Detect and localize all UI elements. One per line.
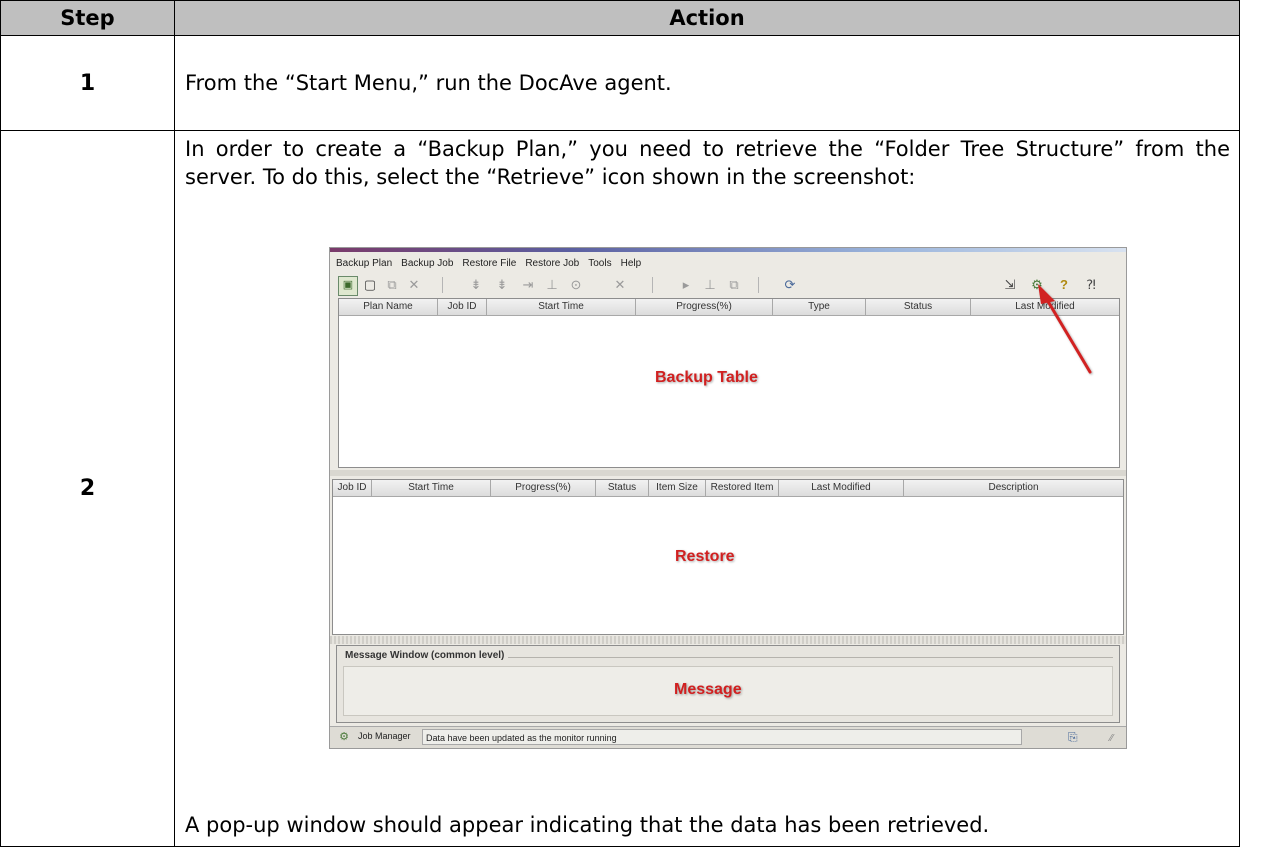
action-cell: In order to create a “Backup Plan,” you …: [174, 130, 1240, 847]
run-incremental-icon[interactable]: ⇟: [494, 276, 510, 294]
message-annotation: Message: [674, 681, 742, 698]
retrieve-icon[interactable]: ⚙: [1028, 276, 1046, 294]
restore-table: Job ID Start Time Progress(%) Status Ite…: [332, 479, 1124, 635]
stop-icon[interactable]: ⊥: [544, 276, 560, 294]
table-row: 1 From the “Start Menu,” run the DocAve …: [0, 35, 1240, 131]
export-icon[interactable]: ⇲: [1002, 276, 1018, 294]
col-last-modified[interactable]: Last Modified: [779, 480, 904, 496]
col-job-id[interactable]: Job ID: [438, 299, 487, 315]
action-column-header: Action: [174, 0, 1240, 36]
step-column-header: Step: [0, 0, 175, 36]
col-item-size[interactable]: Item Size: [649, 480, 706, 496]
menu-bar: Backup Plan Backup Job Restore File Rest…: [330, 254, 650, 272]
action-content: In order to create a “Backup Plan,” you …: [175, 131, 1239, 846]
job-manager-label: Job Manager: [358, 731, 411, 741]
message-window: Message Window (common level) Message: [336, 645, 1120, 723]
refresh-icon[interactable]: ⟳: [782, 276, 798, 294]
job-manager-icon[interactable]: ⚙: [337, 730, 351, 744]
view-icon[interactable]: ⧉: [726, 276, 742, 294]
step-number: 1: [0, 35, 175, 131]
backup-table-header: Plan Name Job ID Start Time Progress(%) …: [339, 299, 1119, 316]
message-area: Message: [343, 666, 1113, 716]
col-plan-name[interactable]: Plan Name: [339, 299, 438, 315]
toolbar: ▣ ▢ ⧉ ✕ ⇟ ⇟ ⇥ ⊥ ⊙ ✕ ▸ ⊥ ⧉ ⟳ ⇲ ⚙ ? ⁈: [330, 273, 1126, 297]
action-text: From the “Start Menu,” run the DocAve ag…: [174, 35, 1240, 131]
app-screenshot: Backup Plan Backup Job Restore File Rest…: [329, 247, 1127, 749]
whats-this-icon[interactable]: ⁈: [1082, 276, 1100, 294]
col-job-id[interactable]: Job ID: [333, 480, 372, 496]
message-window-title: Message Window (common level): [345, 650, 509, 661]
col-last-modified[interactable]: Last Modified: [971, 299, 1119, 315]
window-title-strip: [330, 248, 1126, 252]
schedule-icon[interactable]: ⊙: [568, 276, 584, 294]
pane-splitter[interactable]: [330, 470, 1126, 476]
col-status[interactable]: Status: [866, 299, 971, 315]
play-icon[interactable]: ▸: [678, 276, 694, 294]
status-bar: ⚙ Job Manager Data have been updated as …: [330, 726, 1126, 748]
help-icon[interactable]: ?: [1056, 276, 1072, 294]
menu-backup-job[interactable]: Backup Job: [401, 258, 453, 269]
menu-restore-job[interactable]: Restore Job: [525, 258, 579, 269]
restore-table-annotation: Restore: [675, 548, 735, 565]
download-icon[interactable]: ⊥: [702, 276, 718, 294]
col-restored-item[interactable]: Restored Item: [706, 480, 779, 496]
header-row: Step Action: [0, 0, 1240, 36]
col-progress[interactable]: Progress(%): [636, 299, 773, 315]
resize-grip-icon[interactable]: ⁄⁄: [1110, 733, 1113, 744]
toolbar-separator: [652, 277, 653, 293]
group-border: [477, 657, 1113, 658]
step-number: 2: [0, 130, 175, 847]
toolbar-separator: [758, 277, 759, 293]
run-job-icon[interactable]: ⇟: [468, 276, 484, 294]
col-status[interactable]: Status: [596, 480, 649, 496]
status-message: Data have been updated as the monitor ru…: [422, 729, 1022, 745]
menu-restore-file[interactable]: Restore File: [462, 258, 516, 269]
new-document-icon[interactable]: ▢: [362, 276, 378, 294]
action-outro-text: A pop-up window should appear indicating…: [185, 813, 990, 837]
col-start-time[interactable]: Start Time: [487, 299, 636, 315]
copy-icon[interactable]: ⧉: [384, 276, 400, 294]
pane-splitter[interactable]: [330, 636, 1126, 644]
action-intro-text: In order to create a “Backup Plan,” you …: [185, 137, 1230, 189]
table-row: 2 In order to create a “Backup Plan,” yo…: [0, 130, 1240, 847]
col-start-time[interactable]: Start Time: [372, 480, 491, 496]
delete-icon[interactable]: ✕: [406, 276, 422, 294]
col-progress[interactable]: Progress(%): [491, 480, 596, 496]
procedure-table: Step Action 1 From the “Start Menu,” run…: [0, 0, 1240, 847]
monitor-icon[interactable]: ⎘: [1068, 730, 1078, 745]
col-type[interactable]: Type: [773, 299, 866, 315]
open-plan-icon[interactable]: ▣: [338, 276, 358, 296]
restore-table-header: Job ID Start Time Progress(%) Status Ite…: [333, 480, 1123, 497]
backup-table: Plan Name Job ID Start Time Progress(%) …: [338, 298, 1120, 468]
col-description[interactable]: Description: [904, 480, 1123, 496]
menu-backup-plan[interactable]: Backup Plan: [336, 258, 392, 269]
toolbar-separator: [442, 277, 443, 293]
menu-tools[interactable]: Tools: [588, 258, 611, 269]
run-differential-icon[interactable]: ⇥: [520, 276, 536, 294]
menu-help[interactable]: Help: [621, 258, 642, 269]
backup-table-annotation: Backup Table: [655, 369, 758, 386]
cancel-job-icon[interactable]: ✕: [612, 276, 628, 294]
